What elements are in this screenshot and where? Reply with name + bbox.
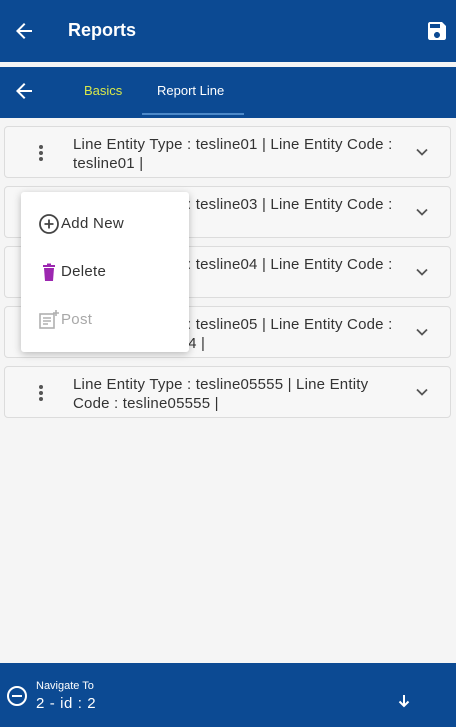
tab-report-line[interactable]: Report Line: [157, 83, 224, 98]
trash-icon: [43, 263, 55, 281]
page-title: Reports: [68, 20, 137, 40]
menu-item-label: Add New: [61, 215, 124, 232]
list-item-text: Line Entity Type : tesline05555 | Line E…: [73, 376, 369, 412]
navigate-to-label: Navigate To: [36, 680, 94, 692]
tab-basics[interactable]: Basics: [84, 83, 122, 98]
arrow-down-icon[interactable]: [396, 693, 412, 709]
chevron-down-icon[interactable]: [414, 204, 430, 220]
minus-circle-icon[interactable]: [6, 685, 28, 707]
menu-item-label: Delete: [61, 263, 107, 280]
menu-item-post: Post: [21, 298, 189, 342]
more-vertical-icon[interactable]: [33, 383, 49, 403]
plus-circle-icon: [39, 214, 59, 234]
list-item-text: Line Entity Type : tesline01 | Line Enti…: [73, 136, 393, 172]
post-icon: [39, 310, 59, 329]
active-tab-indicator: [142, 113, 244, 115]
app-bar: Reports: [0, 0, 456, 62]
back-arrow-icon[interactable]: [12, 79, 36, 103]
chevron-down-icon[interactable]: [414, 264, 430, 280]
back-arrow-icon[interactable]: [12, 19, 36, 43]
save-icon[interactable]: [425, 19, 449, 43]
chevron-down-icon[interactable]: [414, 144, 430, 160]
list-item[interactable]: Line Entity Type : tesline05555 | Line E…: [4, 366, 451, 418]
navigate-bar: Navigate To 2 - id : 2: [0, 663, 456, 727]
list-item[interactable]: Line Entity Type : tesline01 | Line Enti…: [4, 126, 451, 178]
chevron-down-icon[interactable]: [414, 324, 430, 340]
menu-item-label: Post: [61, 311, 93, 328]
chevron-down-icon[interactable]: [414, 384, 430, 400]
navigate-to-value[interactable]: 2 - id : 2: [36, 695, 96, 712]
menu-item-delete[interactable]: Delete: [21, 250, 189, 294]
more-vertical-icon[interactable]: [33, 143, 49, 163]
menu-item-add-new[interactable]: Add New: [21, 202, 189, 246]
context-menu: Add New Delete Post: [21, 192, 189, 352]
tab-bar: Basics Report Line: [0, 67, 456, 118]
